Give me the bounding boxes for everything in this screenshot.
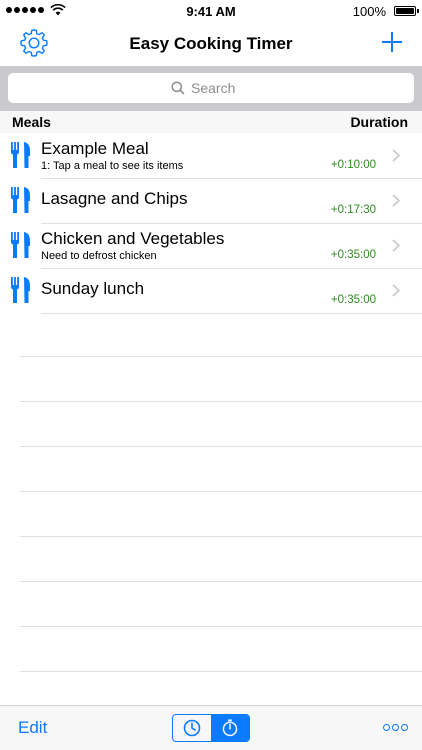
- search-icon: [171, 81, 185, 95]
- empty-row-divider: [20, 536, 422, 537]
- empty-row-divider: [20, 446, 422, 447]
- meals-header: Meals: [12, 114, 51, 130]
- meal-title: Sunday lunch: [41, 279, 145, 298]
- meal-row[interactable]: Lasagne and Chips +0:17:30: [0, 178, 422, 224]
- chevron-right-icon: [392, 284, 400, 297]
- fork-knife-icon: [11, 187, 30, 213]
- status-bar: 9:41 AM 100%: [0, 0, 422, 22]
- meal-duration: +0:35:00: [330, 294, 376, 306]
- search-input[interactable]: [191, 80, 251, 96]
- bottom-toolbar: Edit: [0, 705, 422, 750]
- battery-icon: [394, 6, 419, 16]
- app-screen: 9:41 AM 100% Easy Cooking Timer Meals Du…: [0, 0, 422, 750]
- meal-title: Chicken and Vegetables: [41, 229, 225, 248]
- search-bar: [0, 66, 422, 111]
- meal-row[interactable]: Sunday lunch +0:35:00: [0, 268, 422, 314]
- navigation-bar: Easy Cooking Timer: [0, 22, 422, 66]
- stopwatch-icon: [222, 719, 238, 737]
- empty-row-divider: [20, 626, 422, 627]
- meal-title: Example Meal: [41, 139, 149, 158]
- section-header: Meals Duration: [0, 111, 422, 133]
- battery-percent: 100%: [352, 4, 386, 19]
- search-field[interactable]: [8, 73, 414, 103]
- chevron-right-icon: [392, 149, 400, 162]
- empty-row-divider: [20, 356, 422, 357]
- meal-row[interactable]: Example Meal 1: Tap a meal to see its it…: [0, 133, 422, 179]
- meal-subtitle: Need to defrost chicken: [41, 250, 157, 262]
- chevron-right-icon: [392, 239, 400, 252]
- empty-row-divider: [20, 491, 422, 492]
- fork-knife-icon: [11, 232, 30, 258]
- fork-knife-icon: [11, 142, 30, 168]
- clock-icon: [183, 719, 201, 737]
- meal-subtitle: 1: Tap a meal to see its items: [41, 160, 184, 172]
- segment-stopwatch[interactable]: [211, 715, 249, 741]
- duration-header: Duration: [350, 114, 408, 130]
- fork-knife-icon: [11, 277, 30, 303]
- meal-title: Lasagne and Chips: [41, 189, 188, 208]
- empty-row-divider: [20, 401, 422, 402]
- meal-duration: +0:10:00: [330, 159, 376, 171]
- meals-list: Example Meal 1: Tap a meal to see its it…: [0, 133, 422, 314]
- view-segmented-control: [172, 714, 250, 742]
- empty-row-divider: [20, 581, 422, 582]
- empty-row-divider: [20, 671, 422, 672]
- edit-button[interactable]: Edit: [18, 718, 47, 738]
- meal-duration: +0:35:00: [330, 249, 376, 261]
- page-title: Easy Cooking Timer: [129, 34, 293, 53]
- more-icon[interactable]: [383, 724, 408, 731]
- plus-icon[interactable]: [380, 30, 404, 54]
- meal-row[interactable]: Chicken and Vegetables Need to defrost c…: [0, 223, 422, 269]
- segment-clock[interactable]: [173, 715, 211, 741]
- chevron-right-icon: [392, 194, 400, 207]
- meal-duration: +0:17:30: [330, 204, 376, 216]
